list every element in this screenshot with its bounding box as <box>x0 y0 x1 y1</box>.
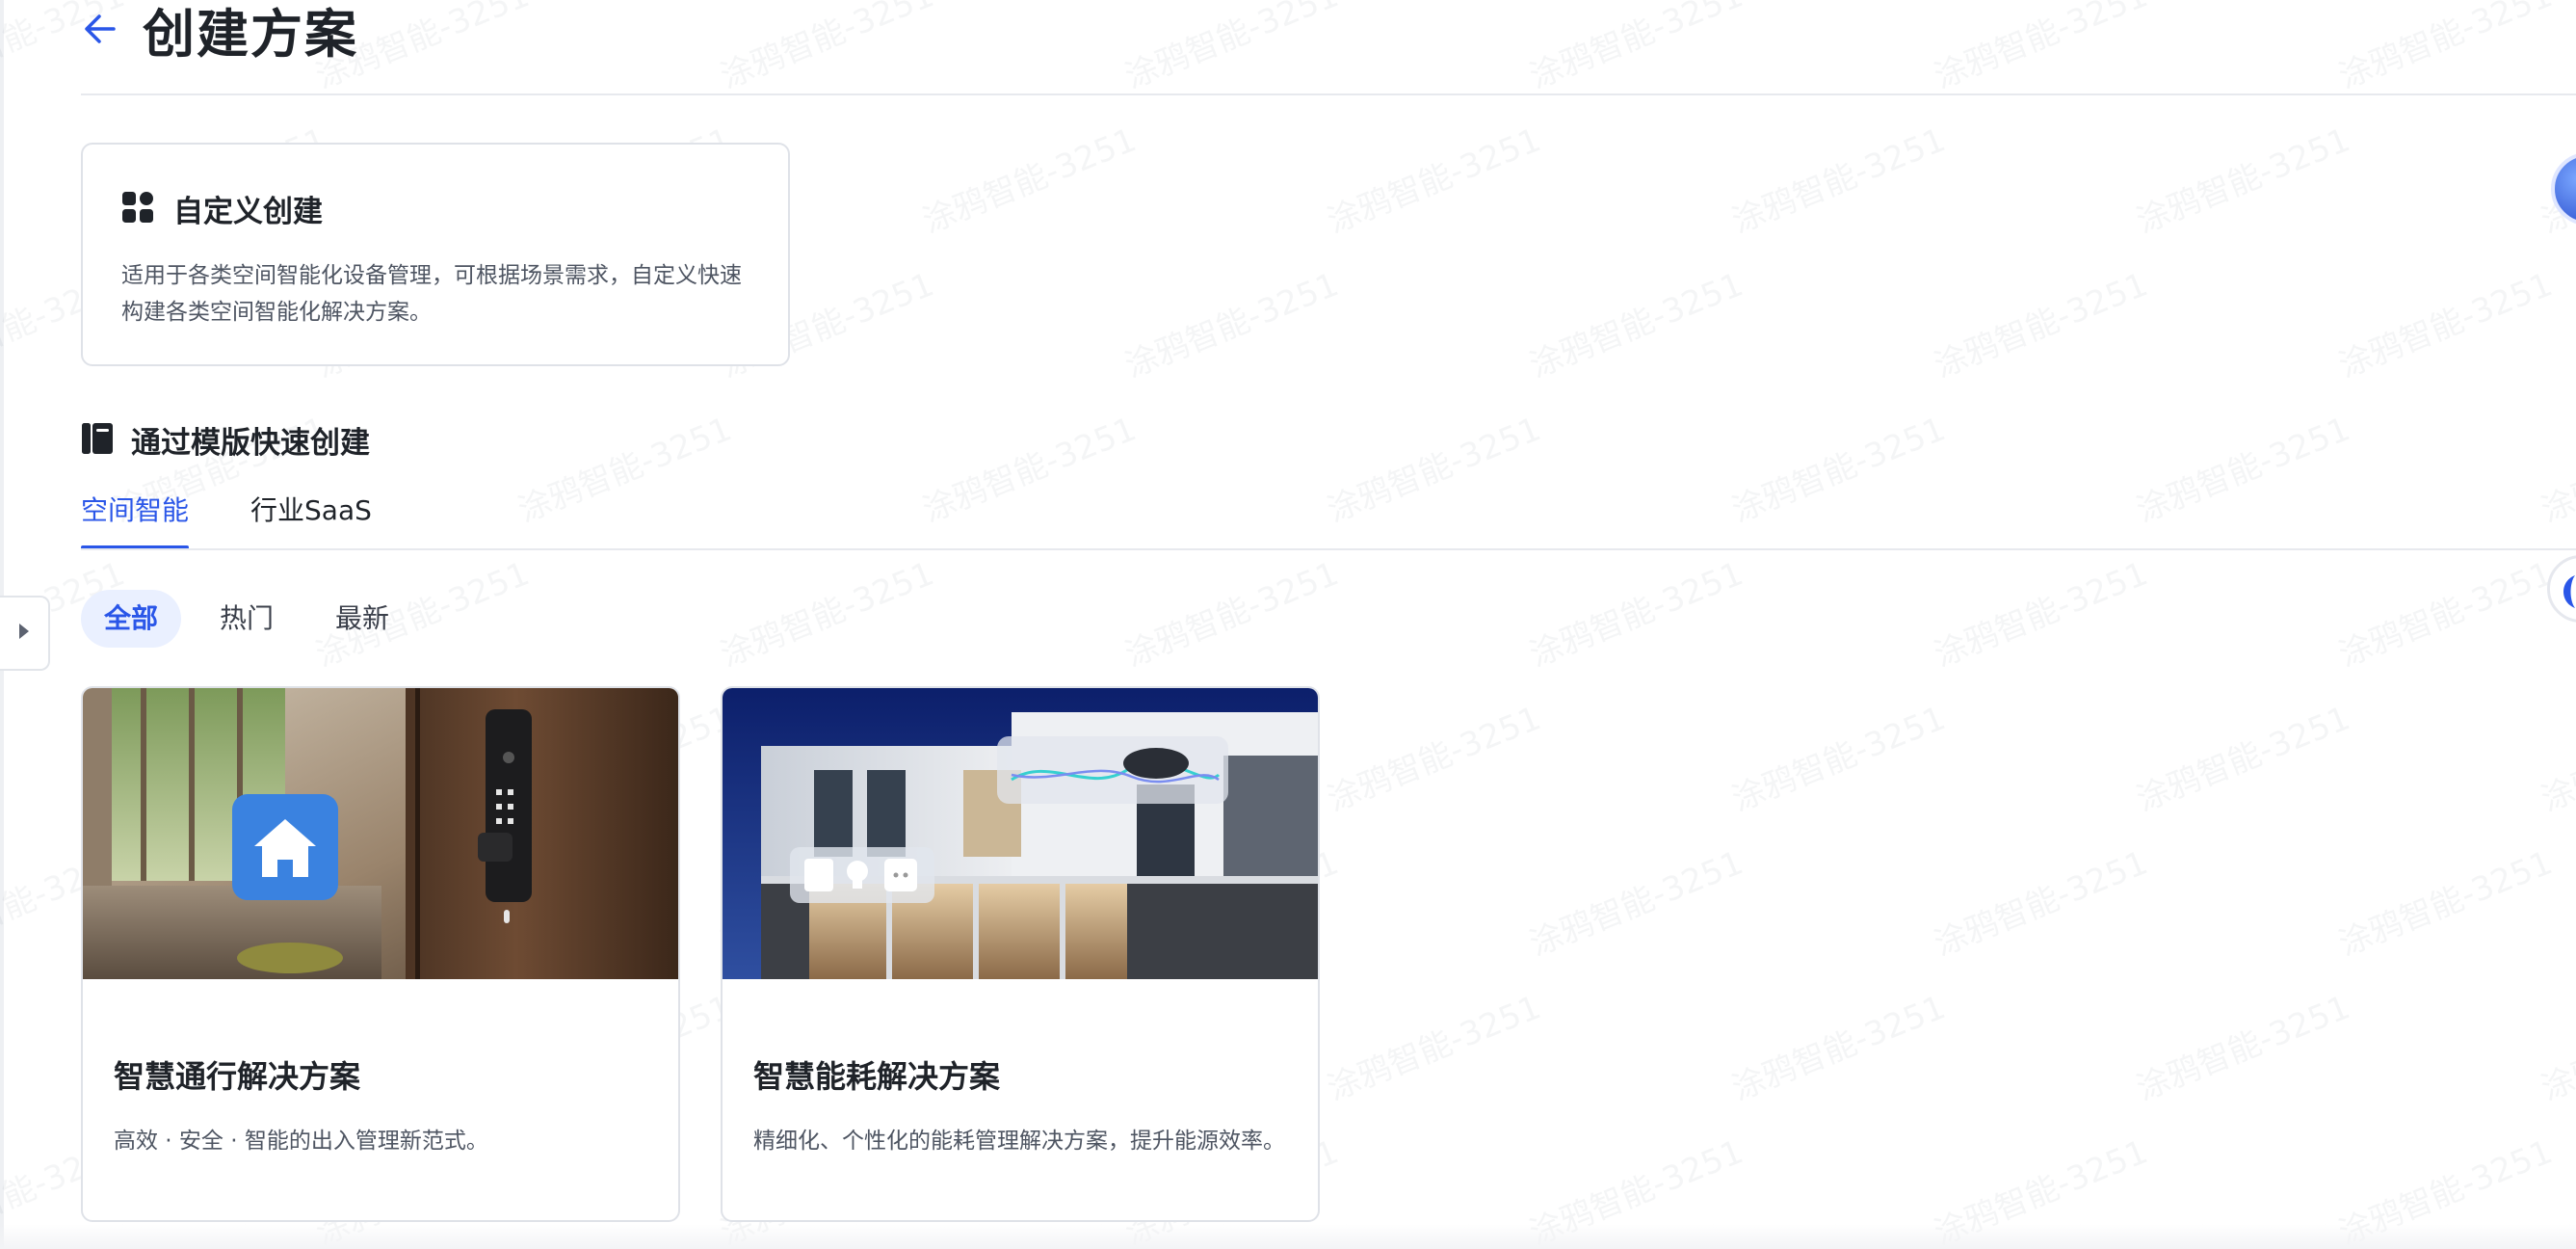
page: 涂鸦智能-3251 涂鸦智能-3251 涂鸦智能-3251 涂鸦智能-3251 涂鸦智能… <box>0 0 2576 1249</box>
filter-newest[interactable]: 最新 <box>312 590 412 648</box>
header-divider <box>81 93 2576 95</box>
page-title: 创建方案 <box>143 3 358 65</box>
template-section-title: 通过模版快速创建 <box>131 426 370 461</box>
custom-create-description: 适用于各类空间智能化设备管理，可根据场景需求，自定义快速构建各类空间智能化解决方… <box>121 263 742 325</box>
solution-card-smart-access[interactable]: 智慧通行解决方案 高效 · 安全 · 智能的出入管理新范式。 <box>81 686 680 1222</box>
main-content: 创建方案 自定义创建 适用于各类空间智能化设备管理，可根据场景需求，自定义快速构… <box>0 0 2576 1249</box>
tab-industry-saas[interactable]: 行业SaaS <box>250 486 372 549</box>
filter-all[interactable]: 全部 <box>81 590 182 648</box>
template-section-header: 通过模版快速创建 <box>81 418 370 462</box>
solution-card-smart-energy[interactable]: 智慧能耗解决方案 精细化、个性化的能耗管理解决方案，提升能源效率。 <box>721 686 1320 1222</box>
custom-create-title: 自定义创建 <box>173 195 323 229</box>
smart-door-lock-image <box>83 688 678 979</box>
filter-hot[interactable]: 热门 <box>197 590 297 648</box>
sidebar-toggle-button[interactable] <box>0 596 50 671</box>
smart-building-energy-image <box>723 688 1318 979</box>
solution-card-description: 高效 · 安全 · 智能的出入管理新范式。 <box>114 1129 488 1154</box>
template-tabs: 空间智能 行业SaaS <box>81 486 434 549</box>
solution-card-title: 智慧能耗解决方案 <box>753 1058 1001 1095</box>
arrow-left-icon[interactable] <box>81 10 119 48</box>
grid-apps-icon <box>121 191 154 227</box>
caret-right-icon <box>17 623 31 644</box>
filter-chips: 全部 热门 最新 <box>81 590 428 648</box>
assistant-logo-icon <box>2550 575 2576 629</box>
bottom-fade <box>0 1224 2576 1249</box>
solution-card-description: 精细化、个性化的能耗管理解决方案，提升能源效率。 <box>753 1129 1285 1154</box>
template-book-icon <box>81 422 114 459</box>
solution-card-title: 智慧通行解决方案 <box>114 1058 361 1095</box>
page-header: 创建方案 <box>81 0 358 65</box>
tabs-divider <box>81 548 2576 550</box>
tab-spatial-intelligence[interactable]: 空间智能 <box>81 486 190 549</box>
custom-create-card[interactable]: 自定义创建 适用于各类空间智能化设备管理，可根据场景需求，自定义快速构建各类空间… <box>81 143 790 366</box>
custom-create-card-header: 自定义创建 <box>121 187 749 230</box>
floating-help-button[interactable] <box>2547 555 2576 623</box>
